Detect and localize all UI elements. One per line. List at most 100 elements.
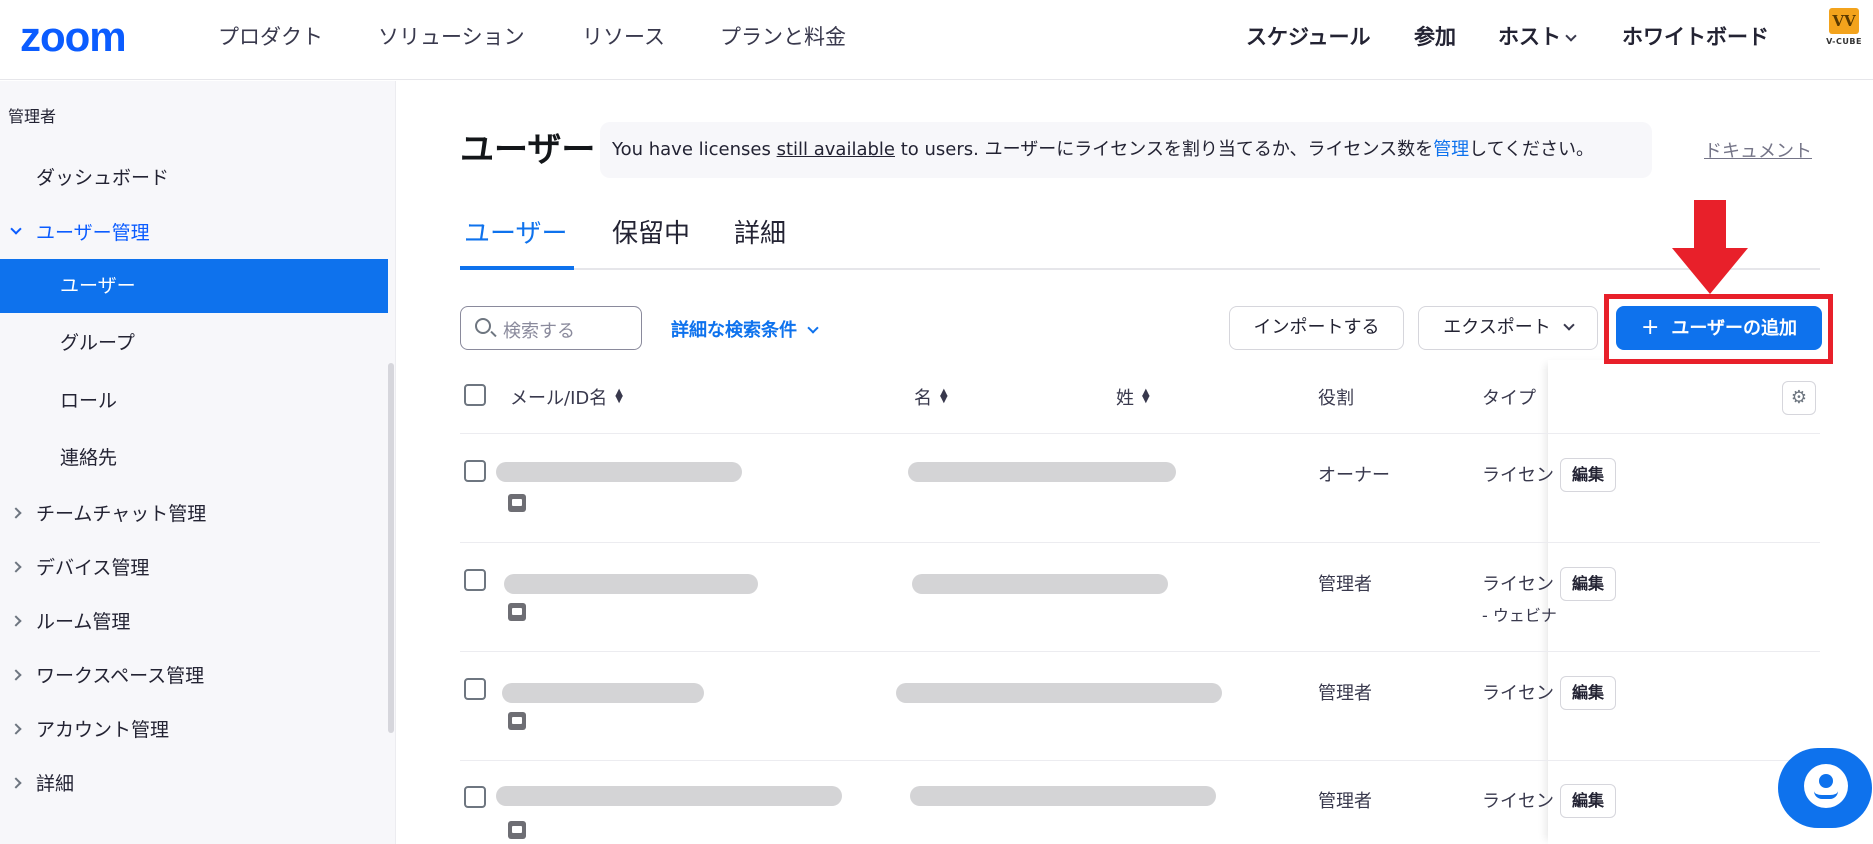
sidebar-item-users[interactable]: ユーザー xyxy=(0,259,388,313)
row-checkbox[interactable] xyxy=(464,786,486,808)
select-all-checkbox[interactable] xyxy=(464,384,486,406)
import-button[interactable]: インポートする xyxy=(1229,306,1404,350)
mail-icon xyxy=(508,712,526,730)
user-type: ライセン xyxy=(1482,791,1554,812)
chevron-right-icon xyxy=(10,777,22,789)
chevron-right-icon xyxy=(10,669,22,681)
edit-button[interactable]: 編集 xyxy=(1560,784,1616,818)
user-role: オーナー xyxy=(1318,465,1390,486)
sidebar-item-groups[interactable]: グループ xyxy=(0,316,388,370)
sidebar-item-label: 連絡先 xyxy=(60,447,118,469)
redacted-email xyxy=(496,786,842,806)
admin-sidebar: 管理者 ダッシュボード ユーザー管理 ユーザー グループ ロール 連絡先 チーム… xyxy=(0,81,396,844)
nav-solutions[interactable]: ソリューション xyxy=(378,22,525,52)
row-divider xyxy=(460,651,1820,652)
tab-bar: ユーザー 保留中 詳細 xyxy=(460,210,1820,270)
user-type: ライセン xyxy=(1482,574,1554,595)
column-label: メール/ID名 xyxy=(510,388,608,409)
sidebar-item-contacts[interactable]: 連絡先 xyxy=(0,431,388,485)
chevron-down-icon xyxy=(807,322,819,334)
chevron-down-icon xyxy=(10,223,22,235)
highlight-box xyxy=(1604,294,1833,364)
search-icon xyxy=(475,318,491,334)
column-label: 姓 xyxy=(1116,388,1134,409)
gear-icon[interactable]: ⚙ xyxy=(1782,381,1816,415)
edit-button[interactable]: 編集 xyxy=(1560,676,1616,710)
chevron-down-icon xyxy=(1563,319,1575,331)
sidebar-item-advanced[interactable]: 詳細 xyxy=(0,757,388,811)
banner-text-2: to users. ユーザーにライセンスを割り当てるか、ライセンス数を xyxy=(894,139,1434,160)
sidebar-item-label: デバイス管理 xyxy=(36,557,150,579)
mail-icon xyxy=(508,494,526,512)
sidebar-item-workspace-management[interactable]: ワークスペース管理 xyxy=(0,649,388,703)
still-available-link[interactable]: still available xyxy=(777,139,895,160)
edit-button[interactable]: 編集 xyxy=(1560,567,1616,601)
chevron-right-icon xyxy=(10,561,22,573)
chat-smile xyxy=(1814,791,1838,799)
nav-schedule[interactable]: スケジュール xyxy=(1246,22,1371,52)
column-first-name[interactable]: 名 ▲ ▼ xyxy=(914,384,948,410)
tab-advanced[interactable]: 詳細 xyxy=(734,216,786,252)
sidebar-item-room-management[interactable]: ルーム管理 xyxy=(0,595,388,649)
active-tab-indicator xyxy=(460,266,574,270)
nav-whiteboard[interactable]: ホワイトボード xyxy=(1622,22,1769,52)
sidebar-item-label: ダッシュボード xyxy=(36,167,170,189)
advanced-search-label: 詳細な検索条件 xyxy=(671,320,797,341)
user-type-addon: - ウェビナ xyxy=(1482,606,1557,625)
sidebar-item-label: グループ xyxy=(60,332,135,354)
chevron-down-icon xyxy=(1565,30,1577,42)
redacted-email xyxy=(502,683,704,703)
manage-licenses-link[interactable]: 管理 xyxy=(1433,139,1469,160)
chevron-right-icon xyxy=(10,615,22,627)
column-email-id[interactable]: メール/ID名 ▲ ▼ xyxy=(510,384,623,410)
vcube-brand-badge[interactable]: VV V-CUBE xyxy=(1824,8,1864,54)
export-dropdown[interactable]: エクスポート xyxy=(1418,306,1598,350)
mail-icon xyxy=(508,603,526,621)
nav-resources[interactable]: リソース xyxy=(582,22,665,52)
column-last-name[interactable]: 姓 ▲ ▼ xyxy=(1116,384,1150,410)
row-checkbox[interactable] xyxy=(464,569,486,591)
sort-icon: ▲ ▼ xyxy=(615,387,623,405)
chevron-right-icon xyxy=(10,507,22,519)
sidebar-item-dashboard[interactable]: ダッシュボード xyxy=(0,151,388,205)
column-type: タイプ xyxy=(1482,388,1536,409)
sidebar-item-label: ユーザー xyxy=(60,275,136,297)
sidebar-item-device-management[interactable]: デバイス管理 xyxy=(0,541,388,595)
sidebar-item-label: 詳細 xyxy=(36,773,75,795)
edit-button[interactable]: 編集 xyxy=(1560,458,1616,492)
search-input[interactable]: 検索する xyxy=(460,306,642,350)
documentation-link[interactable]: ドキュメント xyxy=(1704,137,1812,163)
sidebar-item-account-management[interactable]: アカウント管理 xyxy=(0,703,388,757)
sidebar-item-roles[interactable]: ロール xyxy=(0,374,388,428)
vcube-logo-text: V-CUBE xyxy=(1826,37,1862,46)
nav-plans-pricing[interactable]: プランと料金 xyxy=(720,22,846,52)
sidebar-item-label: ロール xyxy=(60,390,118,412)
redacted-name xyxy=(908,462,1176,482)
row-divider xyxy=(460,760,1820,761)
sidebar-scrollbar[interactable] xyxy=(388,363,394,733)
sidebar-item-user-management[interactable]: ユーザー管理 xyxy=(0,206,388,260)
advanced-search-toggle[interactable]: 詳細な検索条件 xyxy=(671,316,819,342)
chat-face xyxy=(1819,774,1833,788)
sidebar-item-team-chat-management[interactable]: チームチャット管理 xyxy=(0,487,388,541)
user-role: 管理者 xyxy=(1318,791,1372,812)
nav-join[interactable]: 参加 xyxy=(1414,22,1456,52)
chat-icon[interactable] xyxy=(1778,748,1872,828)
tab-pending[interactable]: 保留中 xyxy=(612,216,690,252)
nav-products[interactable]: プロダクト xyxy=(218,22,323,52)
chevron-right-icon xyxy=(10,723,22,735)
row-checkbox[interactable] xyxy=(464,460,486,482)
sidebar-item-label: アカウント管理 xyxy=(36,719,170,741)
nav-host[interactable]: ホスト xyxy=(1498,22,1577,52)
row-divider xyxy=(460,433,1820,434)
user-type: ライセン xyxy=(1482,465,1554,486)
license-banner: You have licenses still available to use… xyxy=(600,122,1652,178)
user-role: 管理者 xyxy=(1318,683,1372,704)
row-divider xyxy=(460,542,1820,543)
sidebar-item-label: ワークスペース管理 xyxy=(36,665,205,687)
redacted-email xyxy=(496,462,742,482)
row-checkbox[interactable] xyxy=(464,678,486,700)
vcube-logo-mark: VV xyxy=(1829,8,1859,34)
zoom-logo[interactable]: zoom xyxy=(20,16,127,58)
tab-users[interactable]: ユーザー xyxy=(464,216,567,252)
